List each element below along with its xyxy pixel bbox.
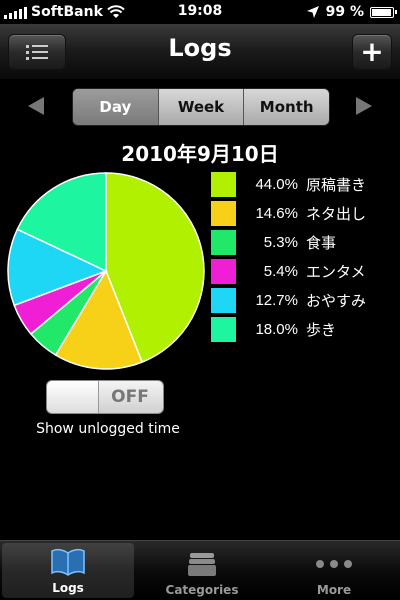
page-title: Logs <box>168 34 232 62</box>
tab-categories[interactable]: Categories <box>136 541 268 600</box>
tab-logs[interactable]: Logs <box>2 543 134 598</box>
legend-item: 5.4% エンタメ <box>211 257 396 286</box>
legend-item: 5.3% 食事 <box>211 228 396 257</box>
legend-percent: 44.0% <box>255 176 298 193</box>
segment-day[interactable]: Day <box>73 89 159 125</box>
tab-more[interactable]: More <box>268 541 400 600</box>
legend-percent: 18.0% <box>255 321 298 338</box>
legend-category-name: ネタ出し <box>306 205 367 223</box>
legend-category-name: 食事 <box>306 234 337 252</box>
tab-bar: Logs Categories More <box>0 540 400 600</box>
legend-percent: 5.4% <box>263 263 298 280</box>
legend-swatch <box>211 201 236 226</box>
tab-categories-label: Categories <box>165 583 239 597</box>
battery-level <box>372 8 391 16</box>
legend-swatch <box>211 317 236 342</box>
battery-percent: 99 % <box>325 4 364 20</box>
stack-icon <box>186 549 218 579</box>
legend-category-name: おやすみ <box>306 292 367 310</box>
location-arrow-icon <box>306 6 319 18</box>
segment-week[interactable]: Week <box>159 89 245 125</box>
legend-swatch <box>211 172 236 197</box>
legend-swatch <box>211 230 236 255</box>
previous-period-arrow-icon[interactable] <box>28 97 44 115</box>
legend-item: 44.0% 原稿書き <box>211 170 396 199</box>
legend-category-name: エンタメ <box>306 263 366 281</box>
legend-item: 14.6% ネタ出し <box>211 199 396 228</box>
date-title: 2010年9月10日 <box>121 142 279 166</box>
segment-month[interactable]: Month <box>244 89 329 125</box>
next-period-arrow-icon[interactable] <box>356 97 372 115</box>
legend-percent: 5.3% <box>263 234 298 251</box>
add-button[interactable]: + <box>352 34 392 70</box>
legend-category-name: 原稿書き <box>306 176 367 194</box>
status-right: 99 % <box>306 0 397 24</box>
battery-icon <box>370 6 397 18</box>
toggle-knob[interactable] <box>47 381 99 413</box>
chart-legend: 44.0% 原稿書き 14.6% ネタ出し 5.3% 食事 5.4% エンタメ 12.7% おやす… <box>211 170 396 344</box>
tab-logs-label: Logs <box>52 581 84 595</box>
legend-percent: 14.6% <box>255 205 298 222</box>
legend-swatch <box>211 288 236 313</box>
tab-more-label: More <box>316 583 352 597</box>
period-segmented-control: Day Week Month <box>72 88 330 126</box>
legend-swatch <box>211 259 236 284</box>
legend-item: 12.7% おやすみ <box>211 286 396 315</box>
toggle-state-label: OFF <box>111 387 149 407</box>
legend-item: 18.0% 歩き <box>211 315 396 344</box>
show-unlogged-toggle[interactable]: OFF <box>46 380 164 414</box>
legend-percent: 12.7% <box>255 292 298 309</box>
pie-chart <box>5 170 207 372</box>
toggle-caption: Show unlogged time <box>36 421 180 437</box>
pie-chart-svg <box>7 172 205 370</box>
book-icon <box>50 547 86 577</box>
legend-category-name: 歩き <box>306 321 337 339</box>
status-bar: SoftBank 19:08 99 % <box>0 0 400 24</box>
more-dots-icon <box>316 549 352 579</box>
navigation-bar: Logs + <box>0 24 400 80</box>
